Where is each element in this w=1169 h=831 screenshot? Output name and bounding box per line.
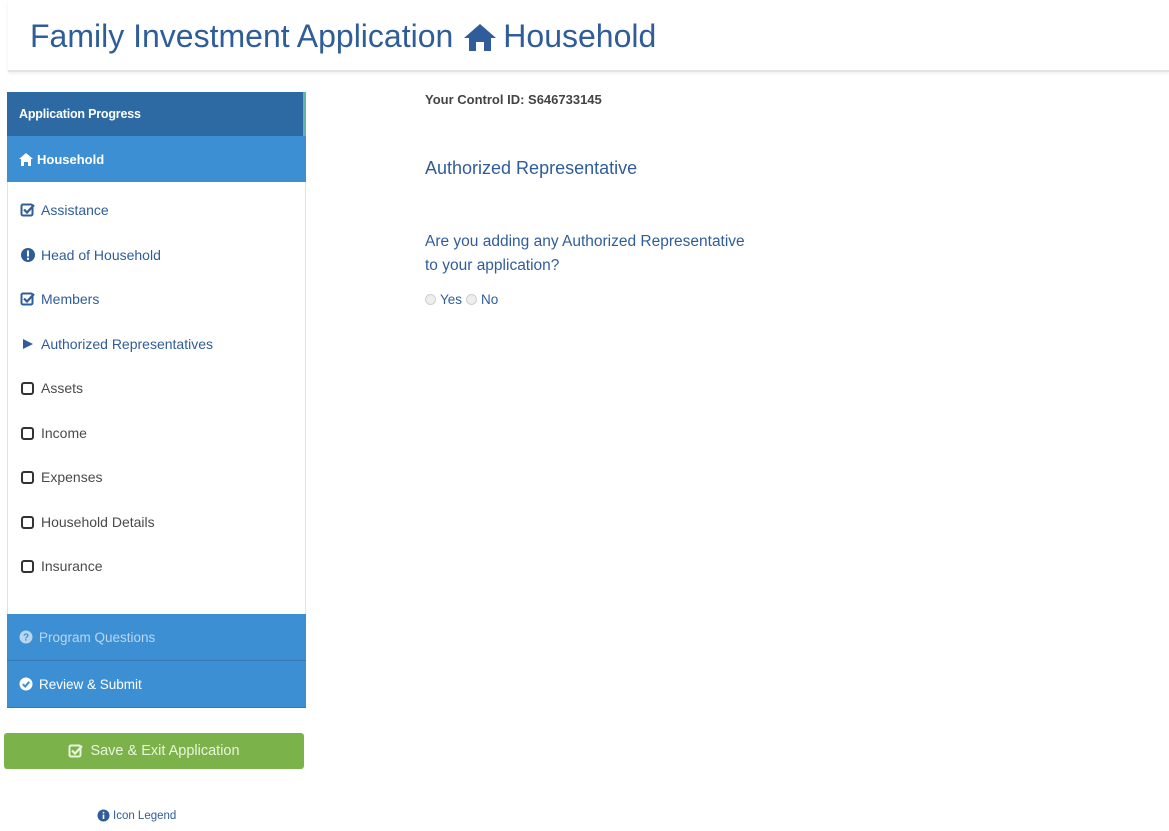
sidebar-item-household[interactable]: Household (7, 136, 306, 182)
sidebar-item-label: Members (41, 291, 100, 308)
sidebar-item-assistance[interactable]: Assistance (8, 188, 305, 233)
empty-box-icon (20, 425, 36, 441)
radio-yes[interactable]: Yes (425, 292, 462, 307)
page-title: Family Investment Application Household (30, 18, 656, 55)
sidebar-section-review-submit[interactable]: Review & Submit (7, 661, 306, 708)
check-circle-icon (19, 677, 33, 691)
empty-box-icon (20, 469, 36, 485)
home-icon (464, 23, 497, 51)
sidebar-item-label: Assistance (41, 202, 109, 219)
empty-box-icon (20, 514, 36, 530)
sidebar-heading: Application Progress (7, 92, 306, 136)
radio-button[interactable] (466, 294, 478, 305)
checked-box-icon (20, 202, 36, 218)
control-id: Your Control ID: S646733145 (425, 92, 602, 107)
sidebar-item-label: Expenses (41, 469, 103, 486)
home-icon (19, 152, 33, 166)
radio-no[interactable]: No (466, 292, 498, 307)
sidebar-item-label: Assets (41, 380, 84, 397)
empty-box-icon (20, 558, 36, 574)
page-header: Family Investment Application Household (8, 0, 1169, 72)
icon-legend-link[interactable]: Icon Legend (97, 809, 176, 822)
app-title: Family Investment Application (30, 18, 454, 54)
sidebar-item-members[interactable]: Members (8, 277, 305, 322)
sidebar-section-label: Program Questions (39, 629, 156, 645)
empty-box-icon (20, 380, 36, 396)
application-progress-sidebar: Application Progress Household Assistanc… (7, 92, 306, 708)
sidebar-item-label: Insurance (41, 558, 103, 575)
sidebar-item-assets[interactable]: Assets (8, 366, 305, 411)
exclamation-circle-icon (20, 247, 36, 263)
sidebar-item-head-of-household[interactable]: Head of Household (8, 233, 305, 278)
section-title: Authorized Representative (425, 158, 638, 178)
svg-text:?: ? (23, 633, 29, 644)
sidebar-section-label: Review & Submit (39, 676, 142, 692)
sidebar-item-label: Authorized Representatives (41, 335, 213, 352)
sidebar-section-program-questions[interactable]: ? Program Questions (7, 614, 306, 661)
sidebar-item-household-details[interactable]: Household Details (8, 500, 305, 545)
sidebar-item-expenses[interactable]: Expenses (8, 455, 305, 500)
save-exit-button[interactable]: Save & Exit Application (4, 733, 304, 769)
sidebar-item-label: Head of Household (41, 246, 161, 263)
radio-yes-label: Yes (440, 292, 463, 307)
icon-legend-label: Icon Legend (113, 809, 177, 822)
sidebar-item-authorized-representatives[interactable]: Authorized Representatives (8, 322, 305, 367)
save-exit-label: Save & Exit Application (90, 743, 240, 759)
checked-box-icon (68, 744, 84, 758)
sidebar-item-label: Household (37, 151, 105, 167)
authorized-rep-radio-group: Yes No (425, 292, 502, 307)
sidebar-step-list: Assistance Head of Household Members Aut… (7, 182, 306, 614)
info-circle-icon (97, 809, 110, 822)
play-arrow-icon (20, 336, 36, 352)
radio-no-label: No (481, 292, 499, 307)
sidebar-item-label: Income (41, 424, 87, 441)
sidebar-item-insurance[interactable]: Insurance (8, 544, 305, 589)
question-circle-icon: ? (19, 630, 33, 644)
radio-button[interactable] (425, 294, 436, 305)
checked-box-icon (20, 291, 36, 307)
sidebar-item-income[interactable]: Income (8, 411, 305, 456)
sidebar-item-label: Household Details (41, 513, 155, 530)
current-section-title: Household (503, 18, 657, 54)
authorized-rep-question: Are you adding any Authorized Representa… (425, 233, 745, 274)
